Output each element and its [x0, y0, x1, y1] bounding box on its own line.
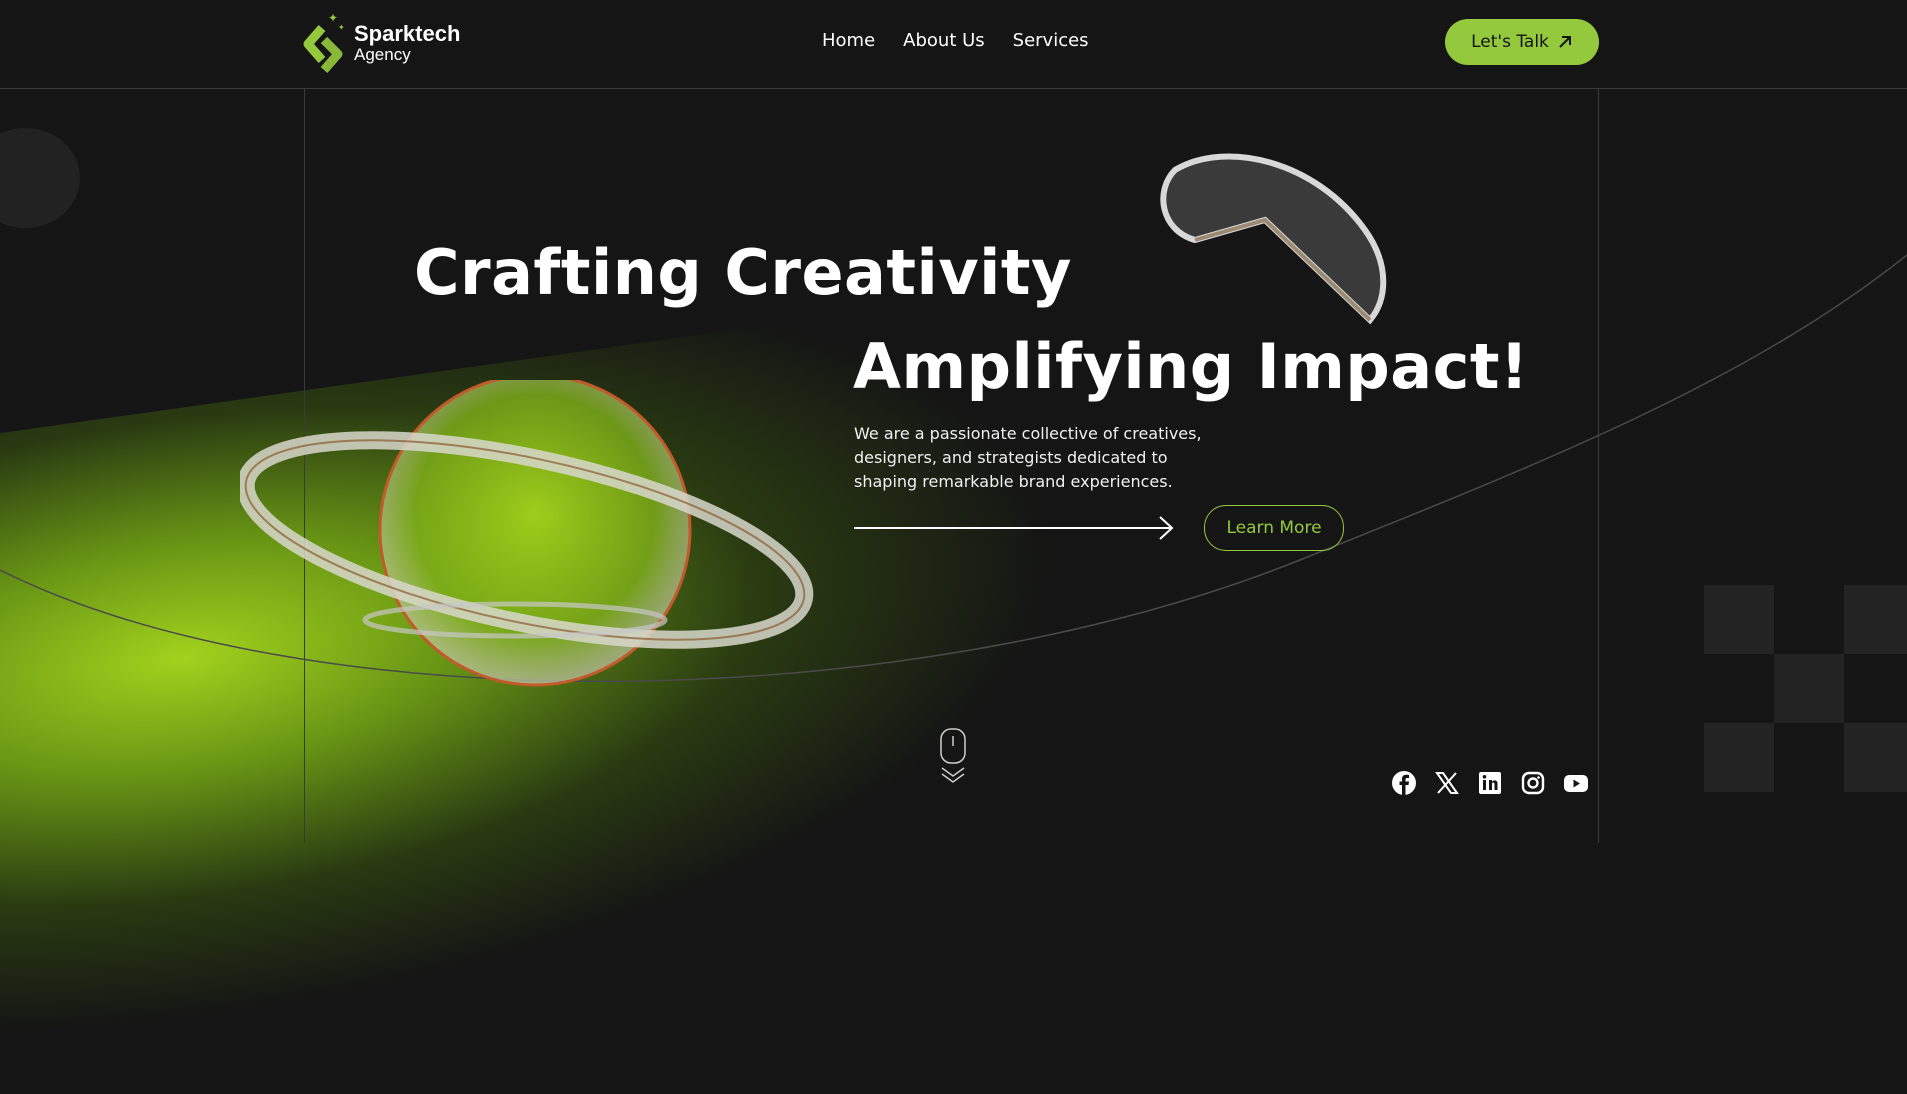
scroll-down-icon[interactable]	[940, 728, 966, 784]
x-icon[interactable]	[1434, 770, 1460, 796]
logo-mark-icon: ✦ ✦	[302, 8, 350, 78]
nav-home[interactable]: Home	[822, 30, 875, 51]
hero-description: We are a passionate collective of creati…	[854, 424, 1202, 491]
linkedin-icon[interactable]	[1477, 770, 1503, 796]
lets-talk-button[interactable]: Let's Talk	[1445, 19, 1599, 65]
svg-text:✦: ✦	[338, 23, 345, 32]
brand-subtitle: Agency	[354, 45, 411, 64]
social-links	[1391, 770, 1589, 796]
headline-amplifying-impact: Amplifying Impact!	[853, 330, 1529, 403]
nav-services[interactable]: Services	[1013, 30, 1089, 51]
main-menu: Home About Us Services	[822, 30, 1089, 51]
brand-name: Sparktech	[354, 21, 461, 46]
facebook-icon[interactable]	[1391, 770, 1417, 796]
lets-talk-label: Let's Talk	[1471, 32, 1549, 52]
learn-more-button[interactable]: Learn More	[1204, 505, 1344, 551]
arrow-up-right-icon	[1559, 36, 1571, 48]
brand-logo[interactable]: ✦ ✦ Sparktech Agency	[302, 8, 460, 78]
svg-text:✦: ✦	[328, 11, 338, 25]
glass-planet-illustration	[240, 380, 814, 687]
headline-crafting-creativity: Crafting Creativity	[414, 236, 1072, 309]
arrow-right-icon	[854, 516, 1174, 540]
nav-about-us[interactable]: About Us	[903, 30, 985, 51]
youtube-icon[interactable]	[1563, 770, 1589, 796]
glass-chevron-illustration	[1160, 153, 1387, 325]
instagram-icon[interactable]	[1520, 770, 1546, 796]
top-navigation: ✦ ✦ Sparktech Agency Home About Us Servi…	[0, 0, 1907, 88]
